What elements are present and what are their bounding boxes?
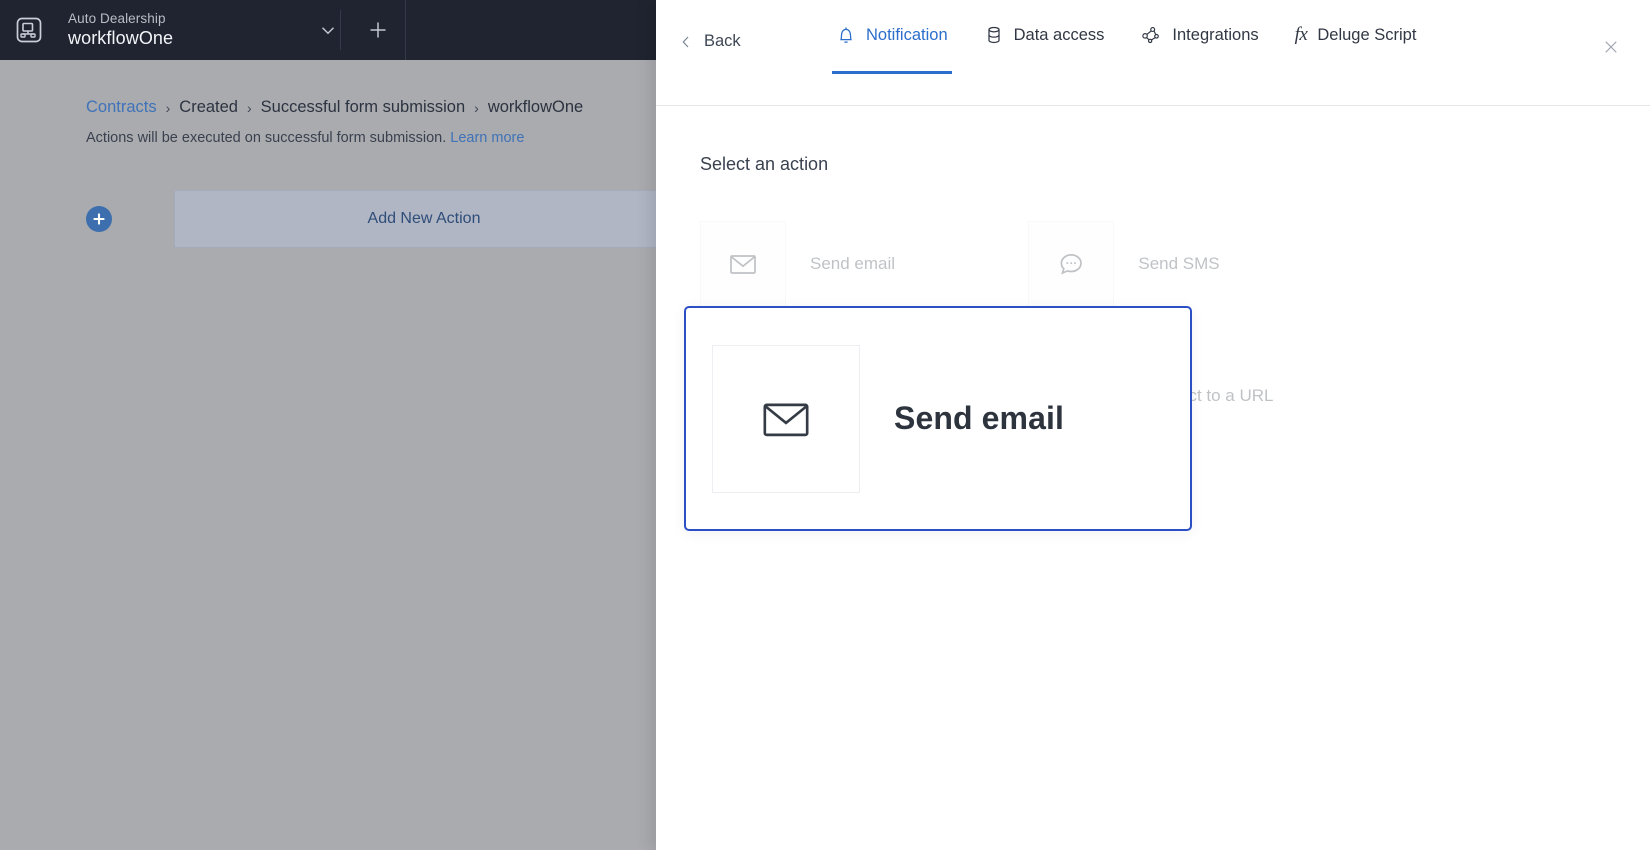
add-new-action-label: Add New Action [367, 210, 481, 227]
action-card-send-email-hovered[interactable]: Send email [684, 306, 1192, 531]
subtitle-text: Actions will be executed on successful f… [86, 130, 447, 146]
workflow-app-icon [12, 13, 46, 47]
section-title: Select an action [700, 154, 829, 174]
action-panel: Back Notification Data access Integratio… [656, 0, 1650, 850]
back-button[interactable]: Back [678, 32, 741, 51]
tab-deluge-script-label: Deluge Script [1317, 25, 1417, 44]
breadcrumb-separator: › [474, 99, 479, 116]
panel-header: Back Notification Data access Integratio… [656, 0, 1650, 106]
add-action-row: Add New Action [86, 190, 660, 248]
network-nodes-icon [1140, 24, 1162, 46]
breadcrumb-item-contracts[interactable]: Contracts [86, 98, 157, 117]
chevron-down-icon[interactable] [300, 0, 356, 60]
bell-icon [836, 24, 856, 46]
chat-bubble-icon [1028, 221, 1115, 307]
tab-integrations[interactable]: Integrations [1140, 24, 1259, 74]
plus-icon[interactable] [350, 0, 406, 60]
tab-data-access-label: Data access [1013, 25, 1105, 44]
breadcrumb-separator: › [165, 99, 171, 116]
screen: Auto Dealership workflowOne Contracts › … [0, 0, 1650, 850]
breadcrumb: Contracts › Created › Successful form su… [86, 98, 583, 146]
tab-notification-label: Notification [866, 25, 948, 44]
panel-tabs: Notification Data access Integrations fx… [832, 24, 1417, 74]
fx-icon: fx [1294, 24, 1308, 45]
app-topbar: Auto Dealership workflowOne [0, 0, 660, 60]
workflow-name: workflowOne [68, 27, 174, 48]
panel-body: Select an action Send email Send SMS Red… [656, 106, 1650, 850]
close-icon[interactable] [1598, 34, 1624, 60]
envelope-icon [700, 221, 786, 307]
breadcrumb-separator: › [246, 99, 252, 116]
tab-integrations-label: Integrations [1172, 25, 1259, 44]
tab-notification[interactable]: Notification [832, 24, 952, 74]
breadcrumb-item-workflowone: workflowOne [487, 98, 584, 116]
subtitle-note: Actions will be executed on successful f… [86, 130, 583, 146]
app-backdrop: Auto Dealership workflowOne Contracts › … [0, 0, 660, 850]
add-new-action-button[interactable]: Add New Action [174, 190, 660, 248]
tab-data-access[interactable]: Data access [984, 24, 1105, 74]
org-name: Auto Dealership [68, 10, 166, 26]
circle-plus-icon[interactable] [86, 206, 112, 232]
tab-deluge-script[interactable]: fx Deluge Script [1295, 24, 1417, 74]
database-icon [984, 24, 1004, 46]
chevron-left-icon [678, 34, 694, 50]
envelope-icon [712, 344, 860, 493]
back-label: Back [704, 32, 741, 50]
learn-more-link[interactable]: Learn more [450, 130, 524, 146]
action-card-label: Send email [810, 254, 896, 273]
breadcrumb-item-successful-form-submission[interactable]: Successful form submission [261, 98, 466, 117]
hovered-action-label: Send email [894, 400, 1064, 436]
app-title-block: Auto Dealership workflowOne [68, 11, 173, 49]
action-card-label: Send SMS [1138, 254, 1220, 273]
breadcrumb-item-created[interactable]: Created [179, 98, 238, 117]
